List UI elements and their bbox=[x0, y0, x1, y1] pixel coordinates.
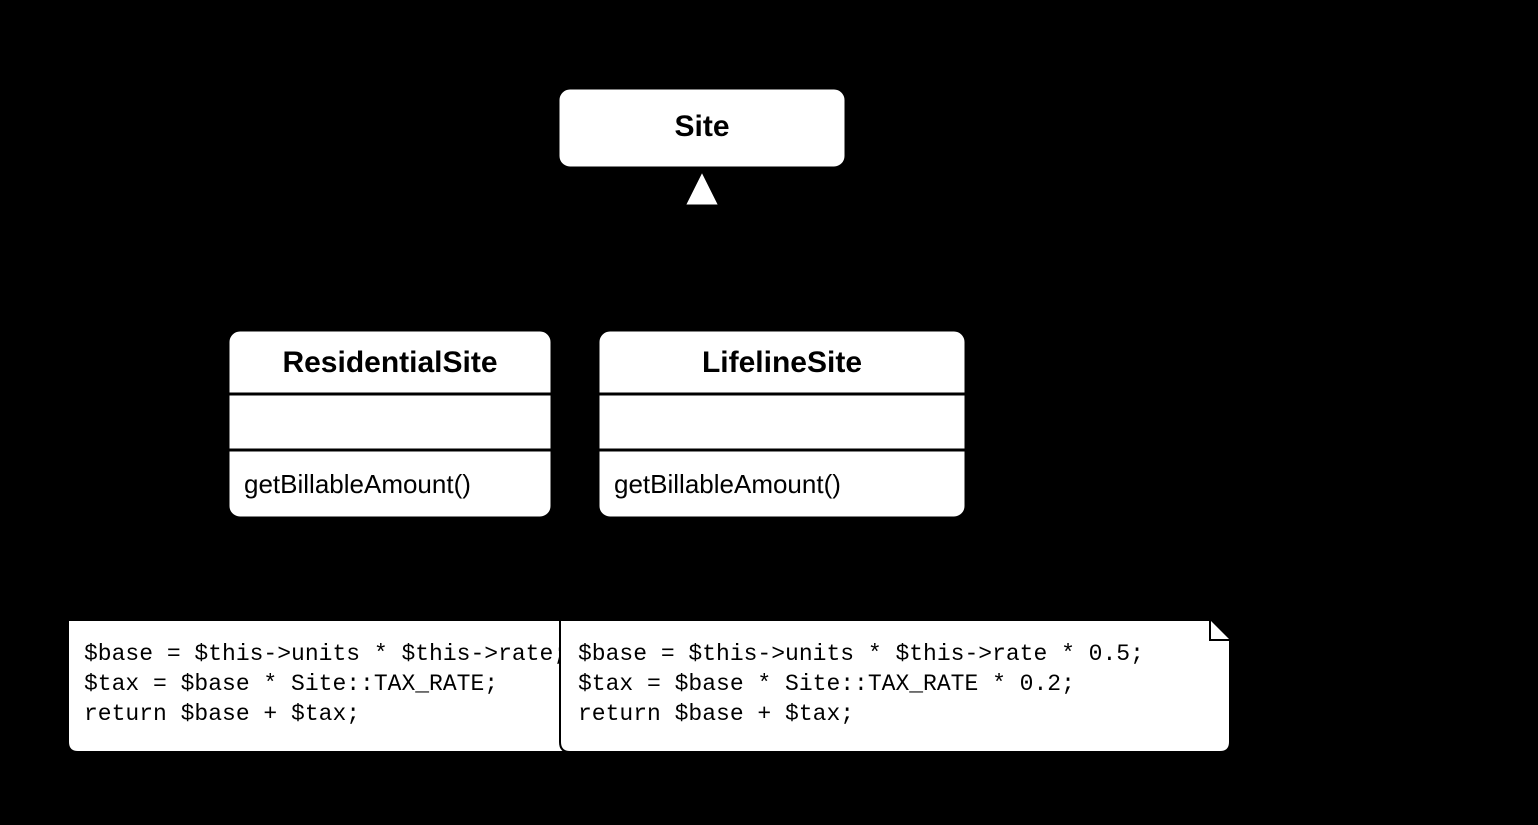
note-lifeline-line2: $tax = $base * Site::TAX_RATE * 0.2; bbox=[578, 671, 1075, 697]
class-residential-site-name: ResidentialSite bbox=[282, 346, 497, 379]
note-lifeline-line3: return $base + $tax; bbox=[578, 701, 854, 727]
uml-class-diagram: Site ResidentialSite getBillableAmount()… bbox=[0, 0, 1538, 825]
note-residential: $base = $this->units * $this->rate; $tax… bbox=[68, 620, 620, 752]
class-lifeline-site: LifelineSite getBillableAmount() bbox=[598, 330, 966, 518]
note-lifeline: $base = $this->units * $this->rate * 0.5… bbox=[560, 620, 1230, 752]
note-lifeline-line1: $base = $this->units * $this->rate * 0.5… bbox=[578, 641, 1144, 667]
note-residential-line2: $tax = $base * Site::TAX_RATE; bbox=[84, 671, 498, 697]
note-residential-line1: $base = $this->units * $this->rate; bbox=[84, 641, 567, 667]
class-lifeline-site-name: LifelineSite bbox=[702, 346, 862, 379]
class-residential-site-method: getBillableAmount() bbox=[244, 469, 471, 499]
note-residential-line3: return $base + $tax; bbox=[84, 701, 360, 727]
inheritance-arrowhead bbox=[684, 170, 720, 206]
class-residential-site: ResidentialSite getBillableAmount() bbox=[228, 330, 552, 518]
class-site: Site bbox=[558, 88, 846, 168]
class-site-name: Site bbox=[674, 110, 729, 143]
note-connector-right bbox=[782, 518, 900, 620]
class-lifeline-site-method: getBillableAmount() bbox=[614, 469, 841, 499]
